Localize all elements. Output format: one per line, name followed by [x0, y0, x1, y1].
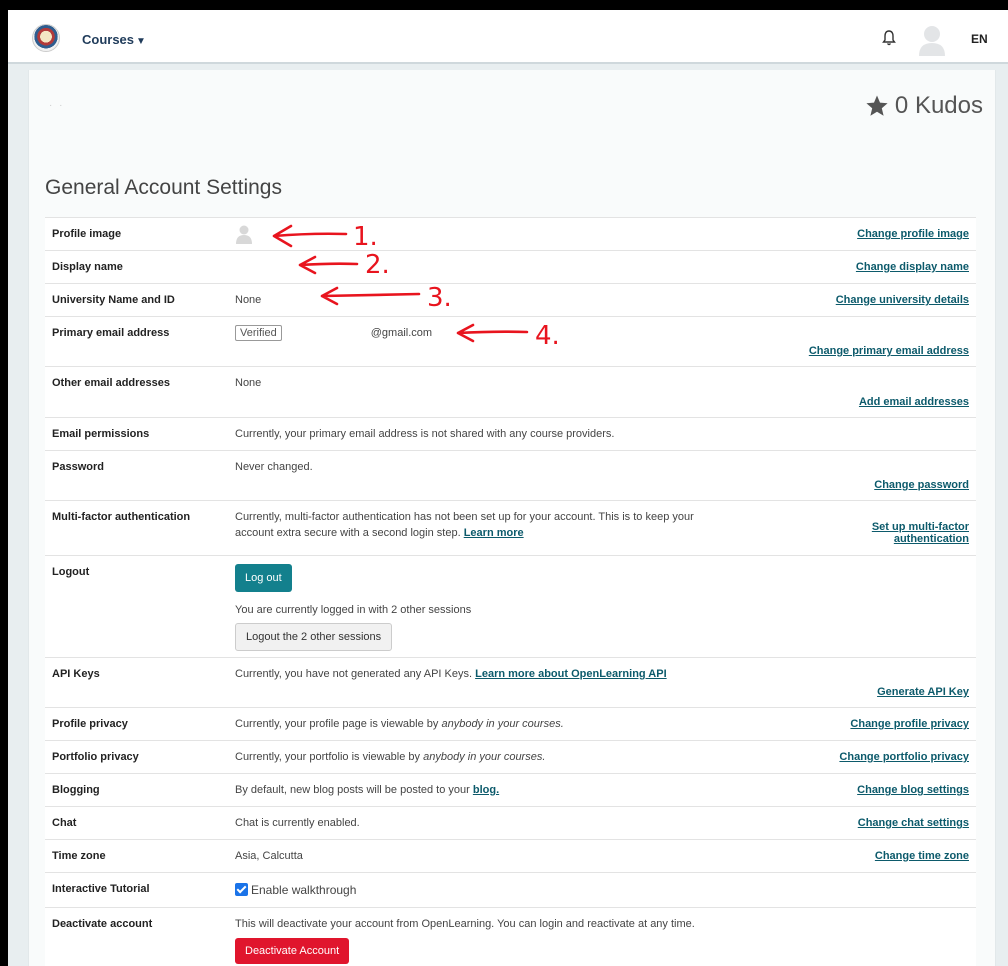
password-value: Never changed.	[235, 461, 313, 473]
annotation-label-1: 1.	[353, 222, 378, 252]
profile-privacy-value: Currently, your profile page is viewable…	[235, 718, 439, 730]
row-display-name: Display name Change display name	[45, 250, 976, 284]
row-label: Profile privacy	[52, 718, 128, 730]
row-label: Time zone	[52, 850, 106, 862]
row-label: Email permissions	[52, 428, 150, 440]
logout-other-sessions-button[interactable]: Logout the 2 other sessions	[235, 623, 393, 651]
learn-more-link[interactable]: Learn more	[464, 527, 524, 539]
other-emails-value: None	[235, 377, 262, 389]
change-time-zone-link[interactable]: Change time zone	[875, 850, 969, 862]
change-display-name-link[interactable]: Change display name	[856, 261, 969, 273]
row-interactive-tutorial: Interactive Tutorial Enable walkthrough	[45, 872, 976, 908]
walkthrough-label: Enable walkthrough	[251, 883, 357, 897]
learn-more-api-link[interactable]: Learn more about OpenLearning API	[475, 668, 667, 680]
row-label: University Name and ID	[52, 294, 175, 306]
change-primary-email-link[interactable]: Change primary email address	[809, 345, 969, 357]
annotation-4: 4.	[456, 321, 560, 351]
row-label: Profile image	[52, 228, 122, 240]
walkthrough-checkbox[interactable]	[235, 883, 248, 896]
kudos-count: 0	[894, 92, 909, 119]
avatar-icon[interactable]	[918, 24, 946, 56]
change-chat-settings-link[interactable]: Change chat settings	[858, 817, 969, 829]
courses-label: Courses	[82, 32, 135, 47]
row-chat: Chat Chat is currently enabled. Change c…	[45, 806, 976, 840]
verified-badge: Verified	[235, 325, 282, 341]
row-label: Other email addresses	[52, 377, 171, 389]
change-profile-privacy-link[interactable]: Change profile privacy	[850, 718, 969, 730]
row-label: API Keys	[52, 668, 100, 680]
email-permissions-value: Currently, your primary email address is…	[235, 428, 615, 440]
row-portfolio-privacy: Portfolio privacy Currently, your portfo…	[45, 740, 976, 774]
row-other-emails: Other email addresses None Add email add…	[45, 366, 976, 418]
change-password-link[interactable]: Change password	[874, 479, 969, 491]
row-time-zone: Time zone Asia, Calcutta Change time zon…	[45, 839, 976, 873]
top-navbar: Courses ▼ EN	[8, 10, 1008, 64]
sessions-text: You are currently logged in with 2 other…	[235, 604, 472, 616]
annotation-3: 3.	[320, 283, 452, 313]
row-label: Deactivate account	[52, 918, 153, 930]
page-title: General Account Settings	[45, 176, 282, 199]
row-email-permissions: Email permissions Currently, your primar…	[45, 417, 976, 451]
primary-email-value: @gmail.com	[370, 327, 433, 339]
change-blog-settings-link[interactable]: Change blog settings	[857, 784, 969, 796]
row-university: University Name and ID None Change unive…	[45, 283, 976, 317]
star-icon	[866, 95, 888, 116]
log-out-button[interactable]: Log out	[235, 564, 292, 592]
kudos-label: Kudos	[914, 92, 983, 119]
language-selector[interactable]: EN	[971, 32, 988, 46]
blogging-value: By default, new blog posts will be poste…	[235, 784, 470, 796]
row-logout: Logout Log out You are currently logged …	[45, 555, 976, 658]
courses-menu[interactable]: Courses ▼	[82, 32, 146, 47]
add-email-addresses-link[interactable]: Add email addresses	[859, 396, 969, 408]
annotation-label-3: 3.	[427, 283, 452, 313]
settings-panel: · · 0 Kudos General Account Settings Pro…	[28, 70, 996, 966]
kudos-counter: 0 Kudos	[865, 92, 983, 120]
row-profile-image: Profile image Change profile image	[45, 217, 976, 251]
annotation-label-2: 2.	[365, 250, 390, 280]
deactivate-value: This will deactivate your account from O…	[235, 918, 695, 930]
generate-api-key-link[interactable]: Generate API Key	[877, 686, 969, 698]
annotation-label-4: 4.	[535, 321, 560, 351]
app-frame: Courses ▼ EN · · 0 Kudos General Account …	[8, 10, 1008, 966]
chat-value: Chat is currently enabled.	[235, 817, 360, 829]
api-keys-value: Currently, you have not generated any AP…	[235, 668, 473, 680]
deactivate-account-button[interactable]: Deactivate Account	[235, 938, 350, 964]
profile-privacy-scope: anybody in your courses.	[441, 718, 564, 730]
caret-down-icon: ▼	[136, 36, 146, 47]
setup-mfa-link[interactable]: Set up multi-factor authentication	[872, 521, 969, 545]
breadcrumb-placeholder: · ·	[49, 100, 65, 111]
row-label: Password	[52, 461, 104, 473]
row-label: Portfolio privacy	[52, 751, 139, 763]
row-label: Display name	[52, 261, 123, 273]
row-mfa: Multi-factor authentication Currently, m…	[45, 500, 976, 556]
row-blogging: Blogging By default, new blog posts will…	[45, 773, 976, 807]
change-university-details-link[interactable]: Change university details	[836, 294, 969, 306]
blog-link[interactable]: blog.	[473, 784, 499, 796]
change-portfolio-privacy-link[interactable]: Change portfolio privacy	[839, 751, 969, 763]
row-profile-privacy: Profile privacy Currently, your profile …	[45, 707, 976, 741]
row-label: Primary email address	[52, 327, 170, 339]
row-api-keys: API Keys Currently, you have not generat…	[45, 657, 976, 708]
profile-placeholder-icon	[236, 225, 252, 244]
row-label: Interactive Tutorial	[52, 883, 150, 895]
portfolio-privacy-value: Currently, your portfolio is viewable by	[235, 751, 421, 763]
row-label: Logout	[52, 566, 90, 578]
university-crest-logo[interactable]	[32, 24, 60, 52]
time-zone-value: Asia, Calcutta	[235, 850, 303, 862]
bell-icon[interactable]	[882, 30, 896, 46]
row-deactivate: Deactivate account This will deactivate …	[45, 907, 976, 966]
row-label: Chat	[52, 817, 77, 829]
row-password: Password Never changed. Change password	[45, 450, 976, 501]
portfolio-privacy-scope: anybody in your courses.	[423, 751, 546, 763]
row-label: Blogging	[52, 784, 100, 796]
row-label: Multi-factor authentication	[52, 511, 191, 523]
change-profile-image-link[interactable]: Change profile image	[857, 228, 969, 240]
